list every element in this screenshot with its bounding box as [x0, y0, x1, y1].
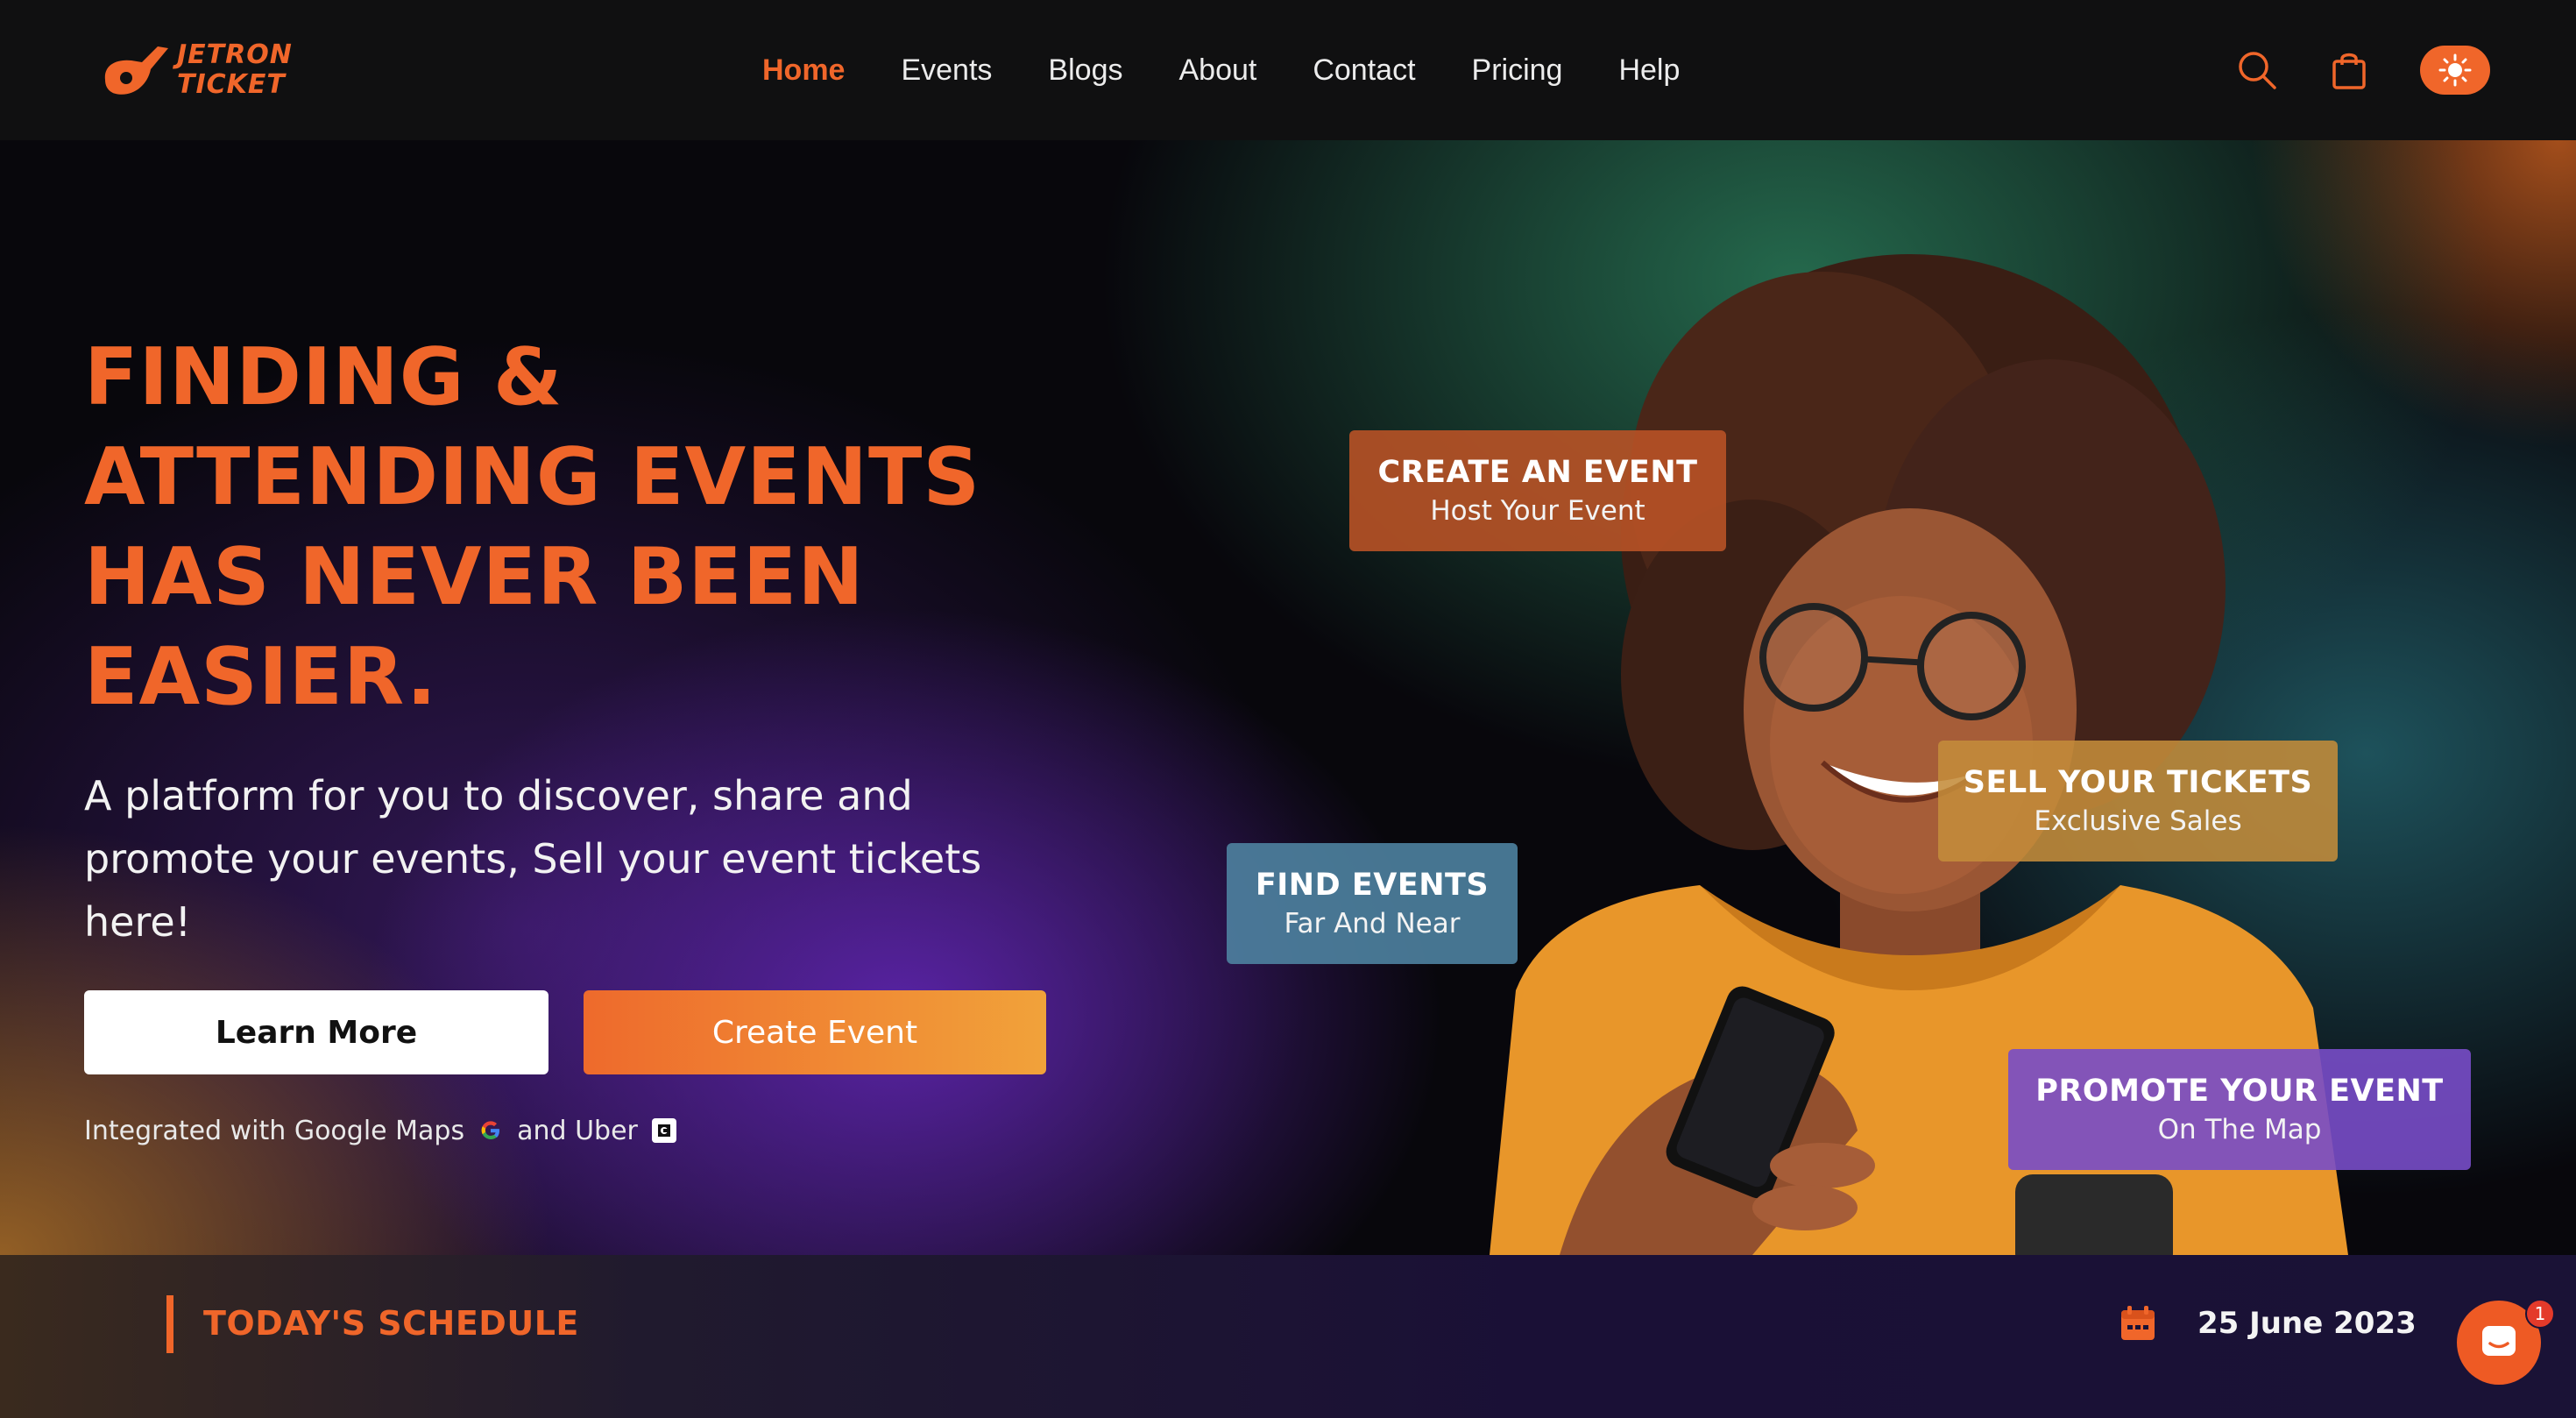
- main-nav: Home Events Blogs About Contact Pricing …: [762, 0, 1736, 140]
- learn-more-button[interactable]: Learn More: [84, 990, 548, 1074]
- feature-card-sell-tickets[interactable]: SELL YOUR TICKETS Exclusive Sales: [1938, 741, 2338, 861]
- hero-headline: FINDING & ATTENDING EVENTS HAS NEVER BEE…: [84, 328, 1048, 727]
- logo-mark-icon: [104, 46, 168, 95]
- card-title: FIND EVENTS: [1255, 868, 1490, 903]
- description-line: promote your events, Sell your event tic…: [84, 835, 982, 883]
- headline-line: HAS NEVER BEEN: [84, 531, 865, 623]
- nav-about[interactable]: About: [1178, 53, 1256, 88]
- nav-blogs[interactable]: Blogs: [1048, 53, 1122, 88]
- chat-notification-badge: 1: [2525, 1299, 2555, 1329]
- description-line: A platform for you to discover, share an…: [84, 772, 913, 819]
- card-title: SELL YOUR TICKETS: [1963, 765, 2313, 800]
- card-subtitle: Far And Near: [1284, 908, 1461, 939]
- todays-schedule-bar: TODAY'S SCHEDULE 25 June 2023 1: [0, 1255, 2576, 1418]
- shopping-bag-icon[interactable]: [2331, 49, 2367, 91]
- nav-pricing[interactable]: Pricing: [1472, 53, 1563, 88]
- nav-contact[interactable]: Contact: [1313, 53, 1415, 88]
- brand-line-1: JETRON: [177, 39, 293, 70]
- brand-logo[interactable]: JETRON TICKET: [96, 35, 293, 105]
- nav-home[interactable]: Home: [762, 53, 845, 88]
- chat-icon: [2482, 1326, 2516, 1356]
- feature-card-create-event[interactable]: CREATE AN EVENT Host Your Event: [1349, 430, 1726, 551]
- card-title: CREATE AN EVENT: [1377, 455, 1698, 490]
- uber-icon: [651, 1118, 676, 1143]
- hero-section: FINDING & ATTENDING EVENTS HAS NEVER BEE…: [0, 140, 2576, 1255]
- card-subtitle: Exclusive Sales: [2034, 805, 2242, 837]
- feature-card-find-events[interactable]: FIND EVENTS Far And Near: [1227, 843, 1518, 964]
- calendar-icon: [2121, 1306, 2155, 1340]
- sun-icon: [2438, 53, 2472, 87]
- schedule-title: TODAY'S SCHEDULE: [203, 1304, 579, 1343]
- card-subtitle: Host Your Event: [1430, 495, 1645, 527]
- top-navbar: JETRON TICKET Home Events Blogs About Co…: [0, 0, 2576, 140]
- nav-help[interactable]: Help: [1618, 53, 1680, 88]
- card-subtitle: On The Map: [2157, 1114, 2322, 1145]
- schedule-date: 25 June 2023: [2197, 1306, 2417, 1341]
- section-accent-bar: [166, 1295, 173, 1353]
- integrations-text: Integrated with Google Maps: [84, 1115, 465, 1146]
- integrations-and-text: and Uber: [517, 1115, 638, 1146]
- headline-line: FINDING &: [84, 331, 563, 423]
- theme-toggle-button[interactable]: [2420, 46, 2490, 95]
- headline-line: ATTENDING EVENTS: [84, 431, 981, 523]
- integrations-note: Integrated with Google Maps and Uber: [84, 1113, 676, 1148]
- feature-card-promote-event[interactable]: PROMOTE YOUR EVENT On The Map: [2008, 1049, 2471, 1170]
- create-event-button[interactable]: Create Event: [584, 990, 1046, 1074]
- brand-line-2: TICKET: [177, 69, 286, 100]
- hero-description: A platform for you to discover, share an…: [84, 764, 1048, 954]
- nav-events[interactable]: Events: [901, 53, 992, 88]
- description-line: here!: [84, 898, 192, 946]
- card-title: PROMOTE YOUR EVENT: [2035, 1074, 2444, 1109]
- headline-line: EASIER.: [84, 631, 438, 723]
- search-icon[interactable]: [2236, 49, 2278, 91]
- google-icon: [481, 1121, 500, 1139]
